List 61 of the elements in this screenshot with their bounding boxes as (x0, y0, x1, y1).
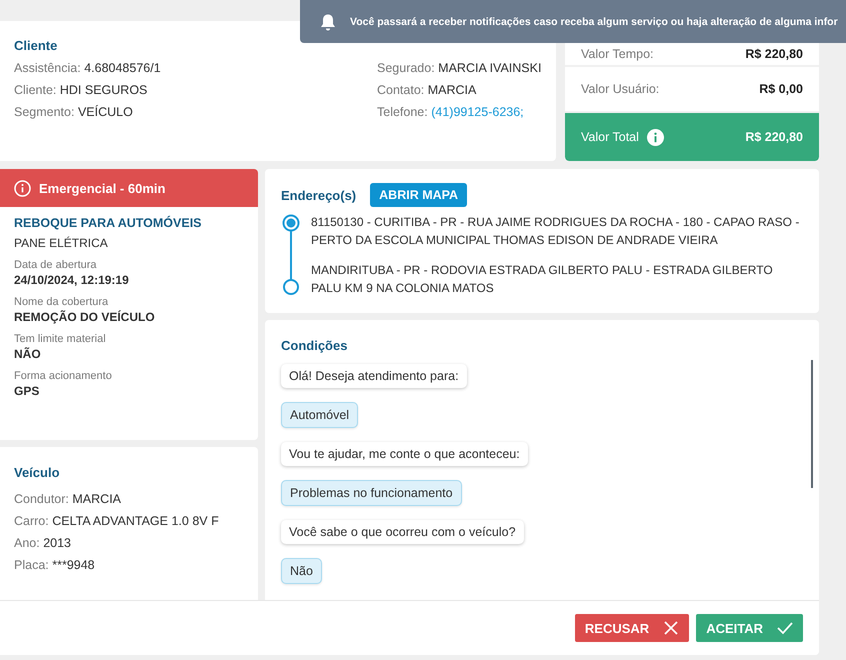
field-label: Nome da cobertura (14, 296, 110, 308)
field-value: MARCIA (428, 83, 476, 97)
field-value: ***9948 (52, 558, 95, 572)
field-value: 4.68048576/1 (84, 61, 161, 75)
field-label: Telefone: (377, 105, 428, 119)
field-value: HDI SEGUROS (60, 83, 148, 97)
value-label: Valor Total (581, 130, 639, 144)
value-label: Valor Usuário: (581, 82, 660, 96)
field-value: REMOÇÃO DO VEÍCULO (14, 310, 156, 324)
answer-bubble: Não (281, 558, 322, 584)
value-amount: R$ 220,80 (745, 47, 803, 61)
scrollbar[interactable] (811, 360, 813, 488)
address-text: 81150130 - CURITIBA - PR - RUA JAIME RODRIGUES DA ROCHA - 180 - CAPAO RASO - PERTO DA ESCOLA MUNICIPAL THOMAS EDISON DE ANDRADE VIEIRA (311, 214, 800, 249)
value-label: Valor Tempo: (581, 47, 654, 61)
service-subtitle: PANE ELÉTRICA (14, 236, 109, 250)
section-title: Condições (281, 338, 348, 353)
info-icon[interactable] (646, 128, 664, 146)
field-value: 24/10/2024, 12:19:19 (14, 273, 130, 287)
accept-button[interactable]: ACEITAR (696, 614, 803, 642)
value-amount: R$ 220,80 (745, 130, 803, 144)
field-label: Carro: (14, 514, 49, 528)
question-bubble: Olá! Deseja atendimento para: (281, 364, 467, 388)
section-title: Veículo (14, 465, 61, 480)
question-bubble: Você sabe o que ocorreu com o veículo? (281, 520, 524, 544)
field-label: Forma acionamento (14, 370, 113, 382)
field-value: MARCIA (72, 492, 122, 506)
section-title: Cliente (14, 38, 58, 53)
value-amount: R$ 0,00 (759, 82, 803, 96)
bell-icon (320, 12, 336, 30)
question-bubble: Vou te ajudar, me conte o que aconteceu: (281, 442, 528, 466)
reject-button[interactable]: RECUSAR (574, 614, 690, 642)
field-label: Segmento: (14, 105, 74, 119)
field-label: Tem limite material (14, 333, 107, 345)
field-label: Placa: (14, 558, 49, 572)
origin-marker-icon (281, 213, 301, 233)
field-value: CELTA ADVANTAGE 1.0 8V F (52, 514, 219, 528)
field-label: Segurado: (377, 61, 435, 75)
answer-bubble: Problemas no funcionamento (281, 480, 462, 506)
section-title: Endereço(s) (281, 188, 356, 202)
answer-bubble: Automóvel (281, 402, 358, 428)
field-value: GPS (14, 384, 40, 398)
field-label: Data de abertura (14, 259, 98, 271)
notification-text: Você passará a receber notificações caso receba algum serviço ou haja alteração de alguma infor (350, 16, 838, 28)
field-value: NÃO (14, 347, 42, 361)
address-text: MANDIRITUBA - PR - RODOVIA ESTRADA GILBERTO PALU - ESTRADA GILBERTO PALU KM 9 NA COLONIA MATOS (311, 262, 774, 297)
service-title: REBOQUE PARA AUTOMÓVEIS (14, 216, 203, 230)
priority-text: Emergencial - 60min (39, 180, 166, 196)
field-label: Assistência: (14, 61, 81, 75)
destination-marker-icon (281, 277, 301, 297)
field-label: Contato: (377, 83, 424, 97)
phone-link[interactable]: (41)99125-6236; (431, 105, 524, 119)
check-icon (777, 621, 793, 635)
field-value: MARCIA IVAINSKI (438, 61, 542, 75)
field-value: 2013 (43, 536, 72, 550)
field-value: VEÍCULO (78, 105, 133, 119)
info-icon (14, 180, 31, 196)
open-map-button[interactable]: ABRIR MAPA (370, 183, 468, 207)
field-label: Cliente: (14, 83, 56, 97)
field-label: Ano: (14, 536, 40, 550)
close-icon (663, 621, 680, 635)
field-label: Condutor: (14, 492, 69, 506)
